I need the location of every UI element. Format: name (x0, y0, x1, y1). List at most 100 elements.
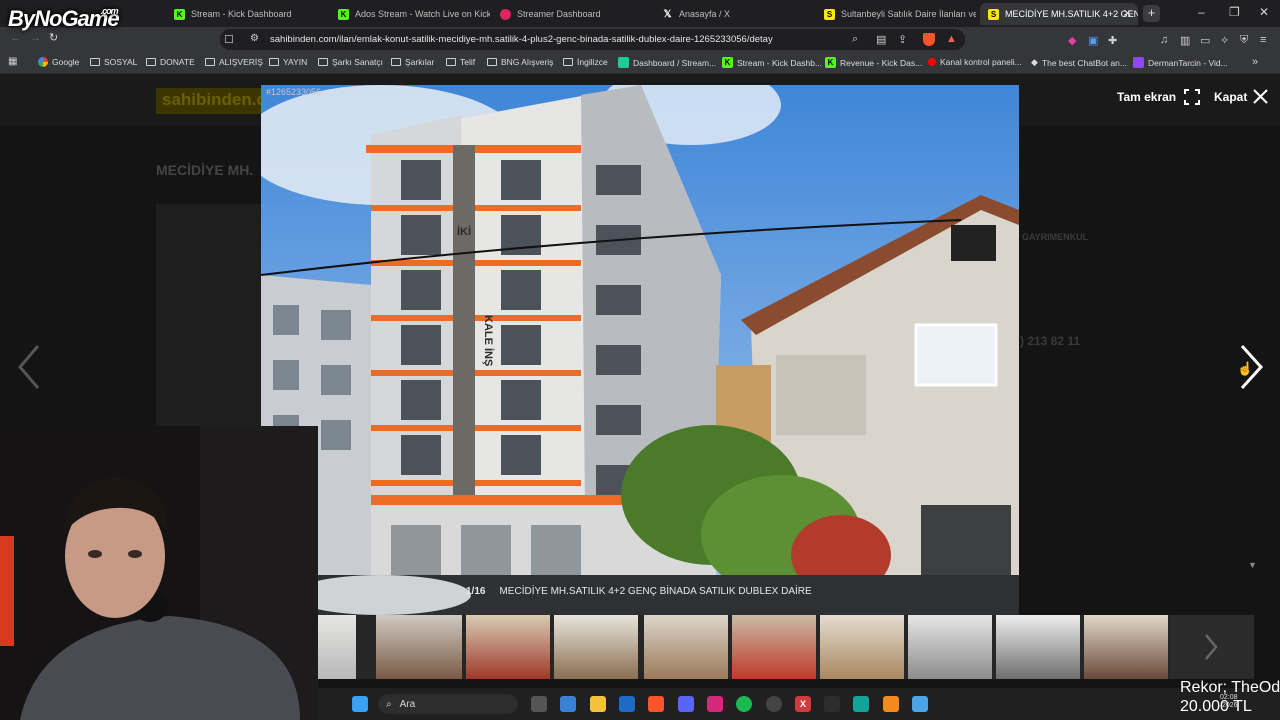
close-icon[interactable]: ✕ (1123, 7, 1132, 20)
share-icon[interactable]: ⇪ (898, 33, 907, 46)
leo-icon[interactable]: ✧ (1220, 34, 1229, 47)
zoom-icon[interactable]: ⌕ (852, 33, 858, 46)
more-bookmarks-icon[interactable]: » (1252, 56, 1258, 68)
translate-icon[interactable]: ▣ (1088, 34, 1098, 47)
obs-icon[interactable] (766, 696, 782, 712)
taskbar-clock: 02:08 2026 (1220, 694, 1238, 710)
thumbnails-next-button[interactable] (1170, 615, 1254, 679)
bookmark-sosyal[interactable]: SOSYAL (90, 57, 137, 67)
folder-icon (90, 58, 100, 66)
kick-icon: K (174, 8, 185, 20)
windows-start-icon[interactable] (352, 696, 368, 712)
close-gallery-button[interactable]: Kapat (1214, 89, 1269, 104)
brave-rewards-icon[interactable]: ▲ (946, 33, 957, 45)
bookmark-google[interactable]: Google (38, 57, 79, 67)
kick-icon: K (722, 57, 733, 68)
extension-icon[interactable]: ◆ (1068, 34, 1076, 47)
close-window-icon[interactable]: ✕ (1259, 5, 1269, 19)
notepad-icon[interactable] (912, 696, 928, 712)
thumbnail[interactable] (318, 615, 356, 679)
tab-label: Anasayfa / X (679, 9, 731, 19)
brave-shield-icon[interactable] (923, 33, 935, 46)
bookmark-dermantarcin[interactable]: DermanTarcin - Vid... (1133, 57, 1228, 68)
listing-title: MECİDİYE MH. (156, 162, 254, 178)
bookmark-dashboard-stream[interactable]: Dashboard / Stream... (618, 57, 716, 68)
fullscreen-button[interactable]: Tam ekran (1117, 89, 1201, 105)
app-icon[interactable] (853, 696, 869, 712)
streamlabs-icon[interactable] (824, 696, 840, 712)
bookmark-alisveris[interactable]: ALIŞVERİŞ (205, 57, 263, 67)
new-tab-button[interactable]: + (1143, 5, 1160, 22)
puzzle-icon[interactable]: ✚ (1108, 34, 1117, 47)
tab-sultanbeyli[interactable]: S Sultanbeyli Satılık Daire İlanları ve … (816, 3, 976, 25)
thumbnail[interactable] (376, 615, 462, 679)
back-icon[interactable]: ← (10, 32, 21, 44)
tab-label: Ados Stream - Watch Live on Kick (355, 9, 490, 19)
cloud-icon[interactable] (883, 696, 899, 712)
address-bar[interactable]: ☐ ⚙ sahibinden.com/ilan/emlak-konut-sati… (220, 29, 965, 50)
site-info-icon[interactable]: ⚙ (250, 33, 259, 44)
outlook-icon[interactable] (619, 696, 635, 712)
minimize-icon[interactable]: – (1198, 5, 1205, 19)
store-icon[interactable] (560, 696, 576, 712)
kick-icon: K (338, 8, 349, 20)
thumbnail[interactable] (908, 615, 992, 679)
discord-icon[interactable] (678, 696, 694, 712)
bookmark-telif[interactable]: Telif (446, 57, 475, 67)
taskbar-search[interactable]: ⌕ Ara (378, 694, 518, 714)
thumbnail[interactable] (996, 615, 1080, 679)
bookmark-bng-alisveris[interactable]: BNG Alışveriş (487, 57, 553, 67)
brave-browser-icon[interactable] (648, 696, 664, 712)
thumbnail[interactable] (1084, 615, 1168, 679)
tab-kick-dashboard[interactable]: K Stream - Kick Dashboard (166, 3, 326, 25)
vpn-icon[interactable]: ⛨ (1240, 34, 1248, 47)
bookmark-yayin[interactable]: YAYIN (269, 57, 307, 67)
reader-icon[interactable]: ▤ (876, 33, 886, 46)
listing-photo: İKİ KALE İNŞ (261, 85, 1019, 615)
tab-streamer-dashboard[interactable]: Streamer Dashboard (492, 3, 652, 25)
reload-icon[interactable]: ↻ (49, 31, 58, 44)
previous-photo-button[interactable] (14, 342, 44, 392)
bookmark-chatbot[interactable]: ◆ The best ChatBot an... (1031, 57, 1127, 68)
maximize-icon[interactable]: ❐ (1229, 5, 1240, 19)
thumbnail[interactable] (466, 615, 550, 679)
folder-icon (269, 58, 279, 66)
kick-icon: K (825, 57, 836, 68)
site-logo: sahibinden.c (156, 88, 272, 114)
thumbnail[interactable] (644, 615, 728, 679)
close-icon (1253, 89, 1269, 104)
search-placeholder: Ara (399, 698, 416, 710)
bookmark-ingilizce[interactable]: İngilizce (563, 57, 608, 67)
bookmark-sarkilar[interactable]: Şarkılar (391, 57, 434, 67)
apps-icon[interactable]: ▦ (8, 56, 17, 67)
file-explorer-icon[interactable] (590, 696, 606, 712)
streamer-icon (500, 8, 511, 20)
media-icon[interactable]: ♫ (1160, 34, 1168, 46)
sahibinden-icon: S (824, 8, 835, 20)
thumbnail[interactable] (820, 615, 904, 679)
thumbnail[interactable] (732, 615, 816, 679)
bookmark-donate[interactable]: DONATE (146, 57, 195, 67)
tab-ados-stream[interactable]: K Ados Stream - Watch Live on Kick (330, 3, 490, 25)
menu-icon[interactable]: ≡ (1260, 34, 1266, 46)
spotify-icon[interactable] (736, 696, 752, 712)
bookmark-stream-kick[interactable]: K Stream - Kick Dashb... (722, 57, 822, 68)
bookmark-kanal-kontrol[interactable]: Kanal kontrol paneli... (928, 57, 1022, 67)
sidebar-icon[interactable]: ▥ (1180, 34, 1190, 47)
instagram-icon[interactable] (707, 696, 723, 712)
bookmark-revenue-kick[interactable]: K Revenue - Kick Das... (825, 57, 922, 68)
scroll-down-icon[interactable]: ▼ (1248, 560, 1257, 570)
tab-mecidiye[interactable]: S MECİDİYE MH.SATILIK 4+2 GEN ✕ (980, 3, 1138, 25)
bookmark-sarki-sanatci[interactable]: Şarkı Sanatçı (318, 57, 383, 67)
agency-phone: ) 213 82 11 (1020, 334, 1081, 348)
forward-icon[interactable]: → (30, 32, 41, 44)
sahibinden-icon: S (988, 8, 999, 20)
folder-icon (318, 58, 328, 66)
tab-x-home[interactable]: 𝕏 Anasayfa / X (654, 3, 814, 25)
thumbnail[interactable] (554, 615, 638, 679)
xmind-icon[interactable]: X (795, 696, 811, 712)
search-icon: ⌕ (386, 698, 392, 710)
bookmark-star-icon[interactable]: ☐ (224, 33, 234, 46)
task-view-icon[interactable] (531, 696, 547, 712)
wallet-icon[interactable]: ▭ (1200, 34, 1210, 47)
